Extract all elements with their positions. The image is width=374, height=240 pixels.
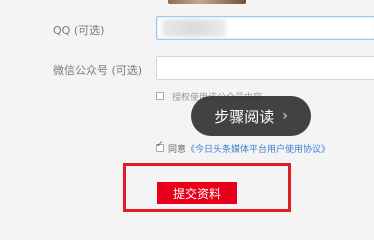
wechat-label: 微信公众号 (可选) xyxy=(53,64,143,77)
agreement-row: 同意《今日头条媒体平台用户使用协议》 xyxy=(156,142,330,155)
wechat-input[interactable] xyxy=(156,56,374,80)
step-reading-label: 步骤阅读 xyxy=(214,107,275,126)
submit-button[interactable]: 提交资料 xyxy=(157,182,237,204)
agreement-link[interactable]: 《今日头条媒体平台用户使用协议》 xyxy=(186,145,330,155)
chevron-right-icon: › xyxy=(282,108,288,124)
blurred-qq-value xyxy=(162,19,226,37)
qq-label: QQ (可选) xyxy=(53,24,105,37)
step-reading-button[interactable]: 步骤阅读 › xyxy=(191,96,311,136)
registration-form: QQ (可选) 微信公众号 (可选) 授权使用该公众号内容 步骤阅读 › 同意《… xyxy=(0,0,374,225)
authorize-checkbox[interactable] xyxy=(156,92,164,100)
agree-text: 同意 xyxy=(168,145,187,155)
avatar-image xyxy=(168,0,246,4)
